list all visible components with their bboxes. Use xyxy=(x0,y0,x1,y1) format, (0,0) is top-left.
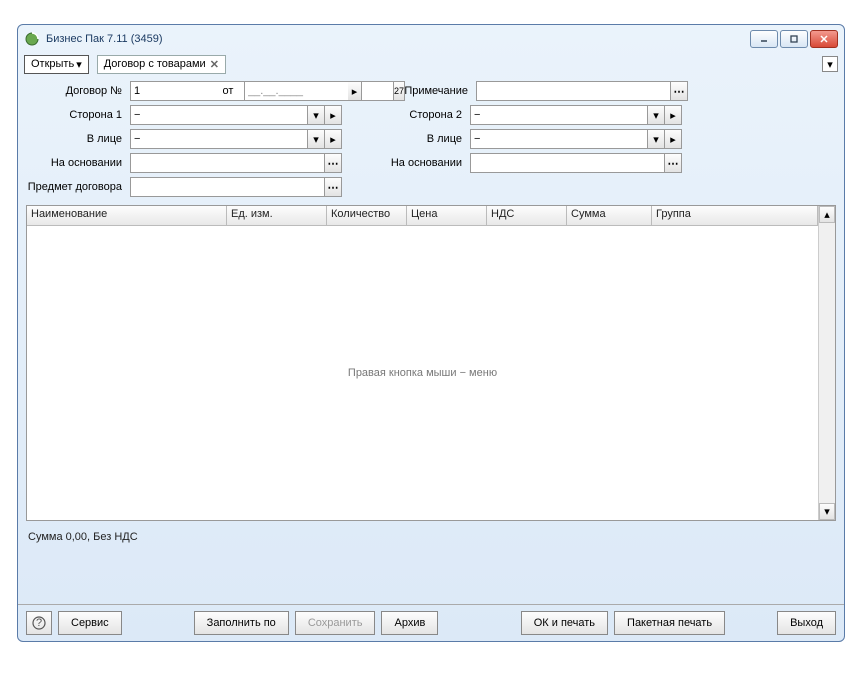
col-qty[interactable]: Количество xyxy=(327,206,407,225)
grid-header: Наименование Ед. изм. Количество Цена НД… xyxy=(27,206,818,226)
date-input[interactable] xyxy=(244,81,394,101)
col-price[interactable]: Цена xyxy=(407,206,487,225)
bottom-toolbar: ? Сервис Заполнить по Сохранить Архив ОК… xyxy=(18,604,844,641)
subject-input[interactable] xyxy=(130,177,325,197)
titlebar: Бизнес Пак 7.11 (3459) xyxy=(18,25,844,53)
basis2-label: На основании xyxy=(390,157,466,169)
inface1-label: В лице xyxy=(26,133,126,145)
vertical-scrollbar[interactable]: ▴ ▾ xyxy=(818,206,835,520)
save-button[interactable]: Сохранить xyxy=(295,611,376,635)
side2-drop[interactable]: ▾ xyxy=(648,105,665,125)
items-grid: Наименование Ед. изм. Количество Цена НД… xyxy=(26,205,836,521)
inface1-go[interactable]: ▸ xyxy=(325,129,342,149)
from-label: от xyxy=(220,85,240,97)
toolbar: Открыть ▾ Договор с товарами ✕ ▾ xyxy=(18,53,844,75)
inface2-go[interactable]: ▸ xyxy=(665,129,682,149)
help-button[interactable]: ? xyxy=(26,611,52,635)
status-bar: Сумма 0,00, Без НДС xyxy=(18,523,844,551)
side1-drop[interactable]: ▾ xyxy=(308,105,325,125)
help-icon: ? xyxy=(32,616,46,630)
app-window: Бизнес Пак 7.11 (3459) Открыть ▾ Договор… xyxy=(17,24,845,642)
service-button[interactable]: Сервис xyxy=(58,611,122,635)
inface1-input[interactable] xyxy=(130,129,308,149)
app-icon xyxy=(24,31,40,47)
col-name[interactable]: Наименование xyxy=(27,206,227,225)
basis1-ellipsis[interactable]: ⋯ xyxy=(325,153,342,173)
side2-input[interactable] xyxy=(470,105,648,125)
col-group[interactable]: Группа xyxy=(652,206,818,225)
archive-button[interactable]: Архив xyxy=(381,611,438,635)
window-controls xyxy=(750,30,838,48)
scroll-up-icon[interactable]: ▴ xyxy=(819,206,835,223)
side2-go[interactable]: ▸ xyxy=(665,105,682,125)
note-ellipsis-button[interactable]: ⋯ xyxy=(671,81,688,101)
col-sum[interactable]: Сумма xyxy=(567,206,652,225)
basis1-label: На основании xyxy=(26,157,126,169)
contract-no-label: Договор № xyxy=(26,85,126,97)
toolbar-dropdown[interactable]: ▾ xyxy=(822,56,838,72)
open-button[interactable]: Открыть ▾ xyxy=(24,55,89,74)
side1-go[interactable]: ▸ xyxy=(325,105,342,125)
subject-label: Предмет договора xyxy=(26,181,126,193)
close-button[interactable] xyxy=(810,30,838,48)
exit-button[interactable]: Выход xyxy=(777,611,836,635)
inface2-input[interactable] xyxy=(470,129,648,149)
ok-print-button[interactable]: ОК и печать xyxy=(521,611,608,635)
subject-ellipsis[interactable]: ⋯ xyxy=(325,177,342,197)
maximize-button[interactable] xyxy=(780,30,808,48)
tab-label: Договор с товарами xyxy=(104,58,206,70)
tab-contract[interactable]: Договор с товарами ✕ xyxy=(97,55,226,74)
side1-input[interactable] xyxy=(130,105,308,125)
grid-hint: Правая кнопка мыши − меню xyxy=(348,367,497,379)
grid-body[interactable]: Правая кнопка мыши − меню xyxy=(27,226,818,520)
side1-label: Сторона 1 xyxy=(26,109,126,121)
date-extra-button[interactable]: ▸ xyxy=(348,81,362,101)
inface2-drop[interactable]: ▾ xyxy=(648,129,665,149)
batch-print-button[interactable]: Пакетная печать xyxy=(614,611,725,635)
note-label: Примечание xyxy=(396,85,472,97)
fill-by-button[interactable]: Заполнить по xyxy=(194,611,289,635)
inface1-drop[interactable]: ▾ xyxy=(308,129,325,149)
basis2-ellipsis[interactable]: ⋯ xyxy=(665,153,682,173)
open-label: Открыть xyxy=(31,58,74,70)
chevron-down-icon: ▾ xyxy=(76,58,82,71)
close-icon[interactable]: ✕ xyxy=(210,58,219,71)
status-text: Сумма 0,00, Без НДС xyxy=(28,531,138,543)
svg-text:?: ? xyxy=(36,617,42,629)
basis1-input[interactable] xyxy=(130,153,325,173)
inface2-label: В лице xyxy=(390,133,466,145)
form: Договор № +1 от 27 ▸ Примечание ⋯ Сторон… xyxy=(18,75,844,203)
note-input[interactable] xyxy=(476,81,671,101)
scroll-down-icon[interactable]: ▾ xyxy=(819,503,835,520)
col-unit[interactable]: Ед. изм. xyxy=(227,206,327,225)
window-title: Бизнес Пак 7.11 (3459) xyxy=(46,33,750,45)
basis2-input[interactable] xyxy=(470,153,665,173)
col-vat[interactable]: НДС xyxy=(487,206,567,225)
side2-label: Сторона 2 xyxy=(390,109,466,121)
minimize-button[interactable] xyxy=(750,30,778,48)
